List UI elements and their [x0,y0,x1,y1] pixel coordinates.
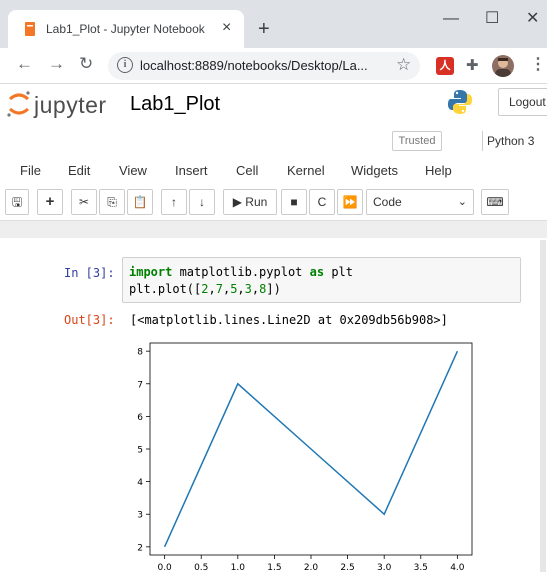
restart-icon[interactable]: C [309,189,335,215]
notebook-favicon-icon [25,22,35,36]
menu-view[interactable]: View [119,163,147,178]
fast-forward-icon[interactable]: ⏩ [337,189,363,215]
tab-close-icon[interactable]: × [222,19,231,37]
url-text: localhost:8889/notebooks/Desktop/La... [140,58,368,73]
extensions-puzzle-icon[interactable]: ✚ [466,56,479,74]
python-logo-icon [448,90,472,114]
run-label: Run [245,195,268,209]
header-divider [0,220,547,238]
menu-kernel[interactable]: Kernel [287,163,325,178]
move-up-icon[interactable]: ↑ [161,189,187,215]
cell-type-value: Code [373,195,402,209]
code-cell-editor[interactable]: import matplotlib.pyplot as plt plt.plot… [122,257,521,303]
output-prompt: Out[3]: [64,313,115,327]
y-tick-label: 6 [137,413,143,423]
menu-file[interactable]: File [20,163,41,178]
minimize-icon[interactable]: — [443,10,459,28]
cut-icon[interactable]: ✂ [71,189,97,215]
cell-type-select[interactable]: Code ⌄ [366,189,474,215]
kernel-indicator: Python 3 [482,131,534,151]
insert-cell-icon[interactable]: + [37,189,63,215]
notebook-name[interactable]: Lab1_Plot [130,93,220,116]
maximize-icon[interactable]: ☐ [485,10,499,28]
line-chart: 2 3 4 5 6 7 8 0.0 0.5 1.0 1.5 2.0 2.5 3.0 3.5 4.0 [137,342,473,572]
x-tick-label: 3.0 [377,563,392,572]
y-tick-label: 4 [137,478,143,488]
interrupt-icon[interactable]: ■ [281,189,307,215]
notebook-toolbar: 🖫 + ✂ ⎘ 📋 ↑ ↓ ▶ Run ■ C ⏩ Code ⌄ ⌨ [0,189,547,217]
browser-window: Lab1_Plot - Jupyter Notebook × + — ☐ ✕ ←… [0,0,547,572]
x-tick-label: 1.0 [231,563,246,572]
x-tick-label: 0.0 [157,563,172,572]
reload-icon[interactable]: ↻ [79,54,93,74]
browser-tab[interactable]: Lab1_Plot - Jupyter Notebook × [8,10,244,48]
scrollbar[interactable] [540,240,546,572]
move-down-icon[interactable]: ↓ [189,189,215,215]
menu-cell[interactable]: Cell [236,163,258,178]
paste-icon[interactable]: 📋 [127,189,153,215]
save-icon[interactable]: 🖫 [5,189,29,215]
menu-insert[interactable]: Insert [175,163,208,178]
chevron-down-icon: ⌄ [457,196,467,208]
pdf-extension-icon[interactable]: 人 [436,57,454,75]
back-icon[interactable]: ← [16,54,33,74]
tab-title: Lab1_Plot - Jupyter Notebook [46,22,205,36]
x-tick-label: 3.5 [414,563,428,572]
menu-edit[interactable]: Edit [68,163,90,178]
y-tick-label: 5 [137,446,143,456]
browser-menu-icon[interactable]: ⋮ [530,55,546,75]
menu-help[interactable]: Help [425,163,452,178]
y-tick-label: 2 [137,543,143,553]
trusted-indicator[interactable]: Trusted [392,131,442,151]
menubar: File Edit View Insert Cell Kernel Widget… [0,156,547,186]
tab-strip: Lab1_Plot - Jupyter Notebook × + — ☐ ✕ [0,0,547,48]
address-bar[interactable]: i localhost:8889/notebooks/Desktop/La...… [108,52,420,80]
y-tick-label: 8 [137,348,143,358]
logout-button[interactable]: Logout [498,88,547,116]
run-icon: ▶ [232,195,242,209]
y-tick-label: 3 [137,511,143,521]
copy-icon[interactable]: ⎘ [99,189,125,215]
browser-toolbar: ← → ↻ i localhost:8889/notebooks/Desktop… [0,48,547,84]
y-tick-label: 7 [137,380,143,390]
jupyter-wordmark[interactable]: jupyter [34,92,107,119]
x-tick-label: 4.0 [450,563,465,572]
new-tab-icon[interactable]: + [258,19,270,39]
profile-avatar[interactable] [492,55,514,77]
bookmark-star-icon[interactable]: ☆ [396,55,411,75]
x-tick-label: 2.0 [304,563,319,572]
output-text: [<matplotlib.lines.Line2D at 0x209db56b9… [130,313,448,327]
run-button[interactable]: ▶ Run [223,189,277,215]
jupyter-header: jupyter Lab1_Plot Logout [0,84,547,130]
keyboard-icon[interactable]: ⌨ [481,189,509,215]
site-info-icon[interactable]: i [117,57,133,73]
jupyter-logo-icon[interactable] [6,90,32,120]
close-window-icon[interactable]: ✕ [526,10,539,28]
x-tick-label: 1.5 [267,563,281,572]
menu-widgets[interactable]: Widgets [351,163,398,178]
x-tick-label: 2.5 [340,563,354,572]
x-tick-label: 0.5 [194,563,208,572]
input-prompt: In [3]: [64,266,115,280]
forward-icon[interactable]: → [48,54,65,74]
